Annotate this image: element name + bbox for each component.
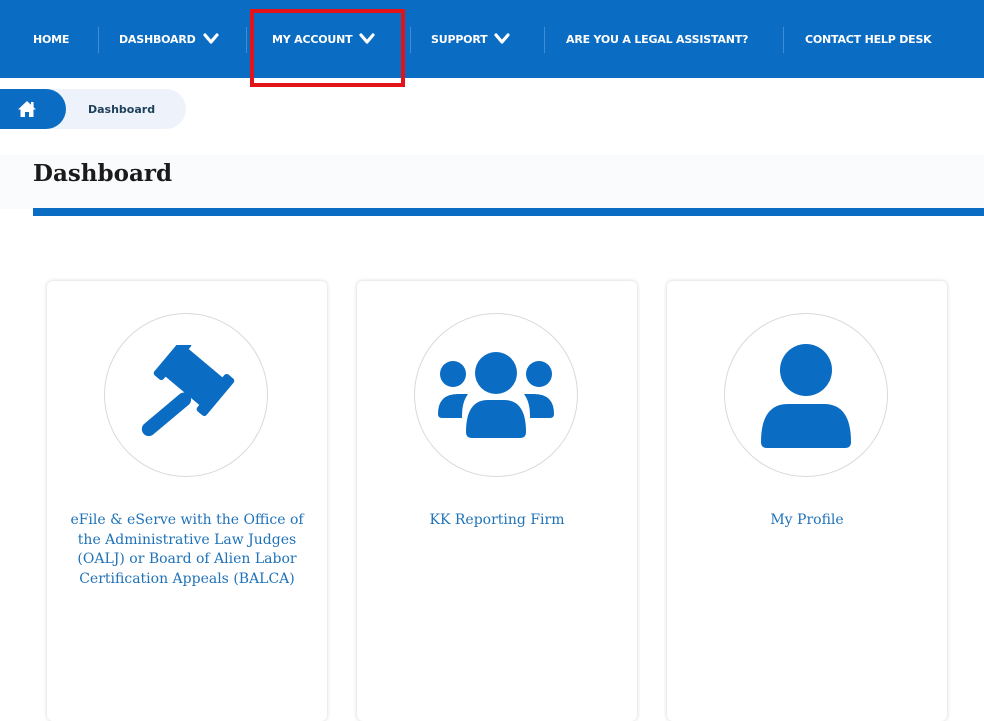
nav-item-support[interactable]: SUPPORT [431, 0, 511, 78]
card-efile[interactable]: eFile & eServe with the Office of the Ad… [47, 281, 327, 721]
nav-item-label: DASHBOARD [119, 32, 196, 46]
nav-divider [98, 27, 99, 53]
nav-item-label: HOME [33, 32, 70, 46]
gavel-icon [141, 345, 235, 437]
nav-divider [410, 27, 411, 53]
nav-divider [544, 27, 545, 53]
icon-circle [724, 313, 888, 477]
chevron-down-icon [202, 33, 219, 44]
breadcrumb-home-button[interactable] [0, 89, 66, 129]
nav-divider [246, 27, 247, 53]
nav-item-label: SUPPORT [431, 32, 488, 46]
nav-item-dashboard[interactable]: DASHBOARD [119, 0, 219, 78]
card-link-reporting-firm[interactable]: KK Reporting Firm [377, 511, 617, 531]
user-icon [761, 344, 851, 448]
card-reporting-firm[interactable]: KK Reporting Firm [357, 281, 637, 721]
home-icon [18, 101, 36, 117]
nav-item-label: ARE YOU A LEGAL ASSISTANT? [566, 32, 749, 46]
title-divider [33, 208, 984, 216]
top-navigation-bar: HOME DASHBOARD MY ACCOUNT SUPPORT ARE YO… [0, 0, 984, 78]
icon-circle [104, 313, 268, 477]
icon-circle [414, 313, 578, 477]
nav-item-contact-help-desk[interactable]: CONTACT HELP DESK [805, 0, 932, 78]
breadcrumb-label: Dashboard [88, 102, 156, 116]
users-icon [438, 352, 554, 438]
my-account-highlight-box [250, 9, 405, 87]
nav-item-legal-assistant[interactable]: ARE YOU A LEGAL ASSISTANT? [566, 0, 748, 78]
card-link-efile[interactable]: eFile & eServe with the Office of the Ad… [67, 511, 307, 589]
nav-item-home[interactable]: HOME [33, 0, 69, 78]
nav-item-label: CONTACT HELP DESK [805, 32, 932, 46]
chevron-down-icon [494, 33, 511, 44]
page-title: Dashboard [33, 160, 173, 187]
nav-divider [783, 27, 784, 53]
card-link-my-profile[interactable]: My Profile [687, 511, 927, 531]
card-my-profile[interactable]: My Profile [667, 281, 947, 721]
